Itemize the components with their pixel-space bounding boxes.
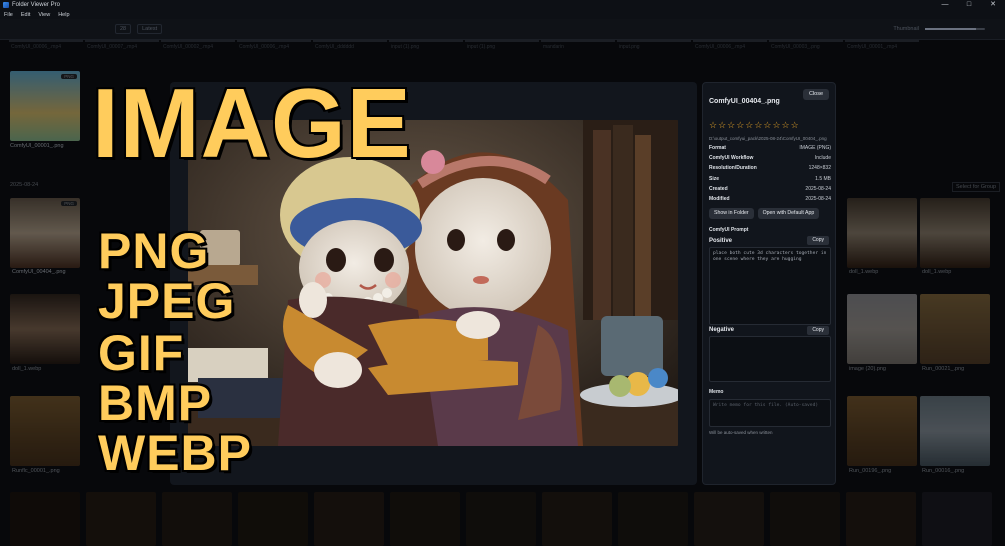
window-title: Folder Viewer Pro	[12, 2, 60, 8]
meta-value: 2025-08-24	[805, 185, 831, 192]
maximize-button[interactable]: □	[957, 0, 981, 10]
thumbnail-size-slider[interactable]	[925, 28, 985, 30]
format-bmp: BMP	[96, 375, 213, 431]
app-icon	[3, 2, 9, 8]
show-in-folder-button[interactable]: Show in Folder	[709, 208, 754, 219]
menu-file[interactable]: File	[0, 12, 17, 18]
file-name: ComfyUI_00404_.png	[709, 98, 780, 105]
title-bar: Folder Viewer Pro — □ ✕	[0, 0, 1005, 10]
format-webp: WEBP	[97, 425, 253, 481]
meta-row: Size 1.5 MB	[709, 176, 831, 186]
sort-select[interactable]: 28	[115, 24, 132, 34]
negative-prompt-text[interactable]	[709, 336, 831, 382]
metadata-table: Format IMAGE (PNG) ComfyUI Workflow Includ…	[709, 145, 831, 206]
copy-positive-button[interactable]: Copy	[807, 236, 829, 245]
format-jpeg: JPEG	[96, 273, 236, 329]
memo-note: Will be auto-saved when written	[709, 430, 773, 435]
meta-label: Format	[709, 145, 726, 151]
mode-label: Thumbnail	[893, 26, 919, 32]
headline-text: IMAGE	[91, 68, 413, 178]
rating-stars[interactable]: ☆☆☆☆☆☆☆☆☆☆	[709, 120, 800, 131]
format-gif: GIF	[96, 325, 185, 381]
meta-label: Modified	[709, 195, 730, 202]
copy-negative-button[interactable]: Copy	[807, 326, 829, 335]
format-png: PNG	[96, 223, 210, 279]
meta-row: Created 2025-08-24	[709, 186, 831, 196]
close-window-button[interactable]: ✕	[981, 0, 1005, 10]
menu-view[interactable]: View	[34, 12, 54, 18]
memo-label: Memo	[709, 389, 724, 395]
close-button[interactable]: Close	[802, 89, 829, 100]
positive-label: Positive	[709, 238, 733, 244]
open-default-app-button[interactable]: Open with Default App	[757, 208, 820, 219]
menu-help[interactable]: Help	[54, 12, 73, 18]
toolbar: 28 Latest Thumbnail	[0, 19, 1005, 40]
meta-label: Size	[709, 175, 720, 182]
negative-label: Negative	[709, 327, 735, 333]
positive-prompt-text[interactable]: place both cute 3d characters together i…	[709, 247, 831, 325]
meta-label: Resolution/Duration	[709, 165, 757, 172]
memo-input[interactable]: Write memo for this file. (Auto-saved)	[709, 399, 831, 427]
meta-row: Modified 2025-08-24	[709, 196, 831, 206]
meta-value: Include	[814, 155, 831, 162]
details-panel: Close ComfyUI_00404_.png ☆☆☆☆☆☆☆☆☆☆ D:\o…	[702, 82, 836, 485]
meta-value: 1.5 MB	[815, 175, 831, 182]
meta-value: 2025-08-24	[805, 195, 831, 202]
meta-row: Format IMAGE (PNG)	[709, 145, 831, 155]
meta-label: ComfyUI Workflow	[709, 155, 754, 162]
meta-row: ComfyUI Workflow Include	[709, 155, 831, 165]
meta-value: IMAGE (PNG)	[799, 145, 831, 151]
menu-bar: File Edit View Help	[0, 10, 1005, 19]
meta-label: Created	[709, 185, 728, 192]
menu-edit[interactable]: Edit	[17, 12, 34, 18]
minimize-button[interactable]: —	[933, 0, 957, 10]
meta-row: Resolution/Duration 1248×832	[709, 165, 831, 175]
meta-value: 1248×832	[808, 165, 831, 172]
comfy-prompt-label: ComfyUI Prompt	[709, 227, 749, 233]
order-select[interactable]: Latest	[137, 24, 163, 34]
file-path: D:\output_comfyui_pack\2025-08-24\ComfyU…	[709, 136, 827, 141]
